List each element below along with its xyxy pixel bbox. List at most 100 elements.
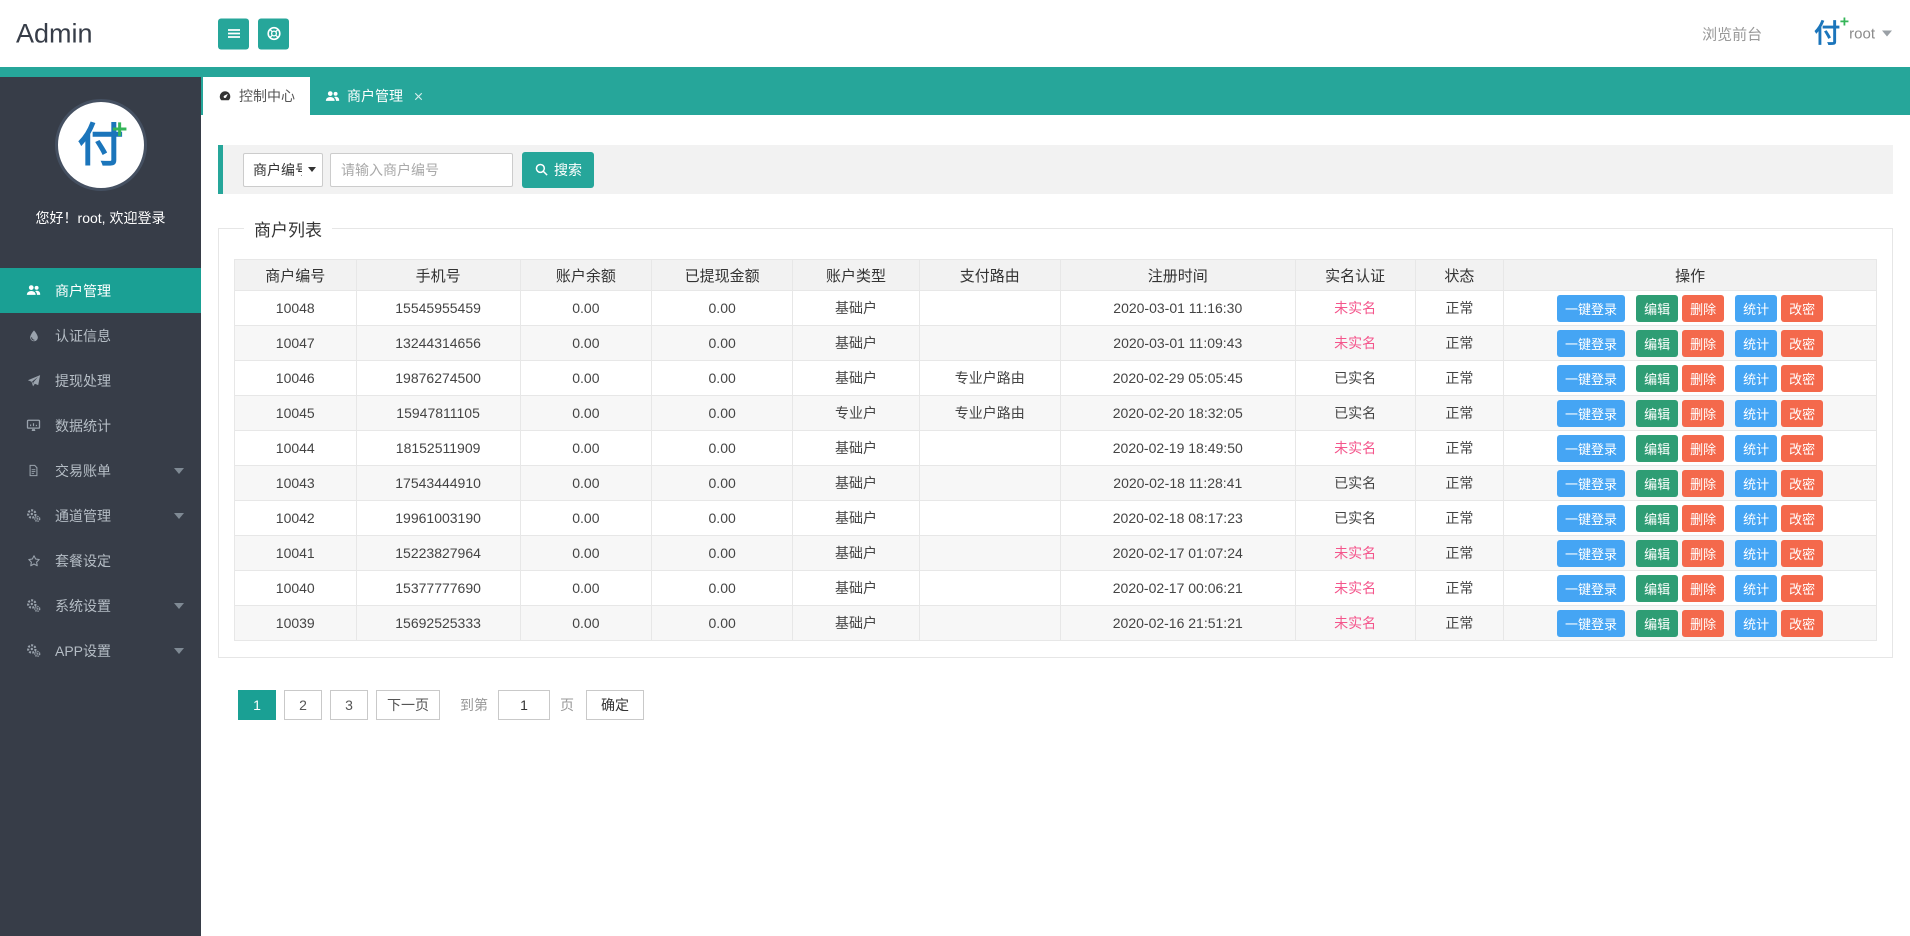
search-input[interactable] bbox=[330, 153, 513, 187]
quick-login-button[interactable]: 一键登录 bbox=[1557, 575, 1625, 602]
edit-button[interactable]: 编辑 bbox=[1636, 295, 1678, 322]
delete-button[interactable]: 删除 bbox=[1682, 505, 1724, 532]
quick-login-button[interactable]: 一键登录 bbox=[1557, 505, 1625, 532]
sidebar-item-channel-management[interactable]: 通道管理 bbox=[0, 493, 201, 538]
sidebar-item-withdraw-processing[interactable]: 提现处理 bbox=[0, 358, 201, 403]
delete-button[interactable]: 删除 bbox=[1682, 435, 1724, 462]
quick-login-button[interactable]: 一键登录 bbox=[1557, 400, 1625, 427]
cell-balance: 0.00 bbox=[520, 431, 651, 466]
change-password-button[interactable]: 改密 bbox=[1781, 575, 1823, 602]
stats-button[interactable]: 统计 bbox=[1735, 470, 1777, 497]
next-page-button[interactable]: 下一页 bbox=[376, 690, 440, 720]
stats-button[interactable]: 统计 bbox=[1735, 400, 1777, 427]
edit-button[interactable]: 编辑 bbox=[1636, 330, 1678, 357]
lifebuoy-icon bbox=[266, 26, 282, 42]
stats-button[interactable]: 统计 bbox=[1735, 505, 1777, 532]
edit-button[interactable]: 编辑 bbox=[1636, 470, 1678, 497]
sidebar-item-label: 系统设置 bbox=[55, 596, 111, 616]
sidebar-item-app-settings[interactable]: APP设置 bbox=[0, 628, 201, 673]
change-password-button[interactable]: 改密 bbox=[1781, 505, 1823, 532]
tab-label: 控制中心 bbox=[239, 86, 295, 106]
delete-button[interactable]: 删除 bbox=[1682, 295, 1724, 322]
change-password-button[interactable]: 改密 bbox=[1781, 610, 1823, 637]
sidebar-item-merchant-management[interactable]: 商户管理 bbox=[0, 268, 201, 313]
search-bar: 商户编号 搜索 bbox=[218, 145, 1893, 194]
quick-login-button[interactable]: 一键登录 bbox=[1557, 610, 1625, 637]
stats-button[interactable]: 统计 bbox=[1735, 365, 1777, 392]
stats-button[interactable]: 统计 bbox=[1735, 435, 1777, 462]
top-bar: Admin 浏览前台 付 + root bbox=[0, 0, 1910, 67]
tab-control-center[interactable]: 控制中心 bbox=[203, 77, 310, 115]
search-field-select[interactable]: 商户编号 bbox=[243, 153, 323, 187]
monitor-chart-icon bbox=[25, 418, 42, 433]
quick-login-button[interactable]: 一键登录 bbox=[1557, 435, 1625, 462]
table-row: 10047132443146560.000.00基础户2020-03-01 11… bbox=[235, 326, 1877, 361]
quick-login-button[interactable]: 一键登录 bbox=[1557, 470, 1625, 497]
tab-merchant-management[interactable]: 商户管理 bbox=[310, 77, 440, 115]
stats-button[interactable]: 统计 bbox=[1735, 295, 1777, 322]
cell-register-time: 2020-03-01 11:16:30 bbox=[1060, 291, 1295, 326]
delete-button[interactable]: 删除 bbox=[1682, 470, 1724, 497]
cell-withdrawn: 0.00 bbox=[652, 396, 793, 431]
view-front-link[interactable]: 浏览前台 bbox=[1702, 23, 1762, 44]
stats-button[interactable]: 统计 bbox=[1735, 575, 1777, 602]
delete-button[interactable]: 删除 bbox=[1682, 575, 1724, 602]
edit-button[interactable]: 编辑 bbox=[1636, 365, 1678, 392]
sidebar-item-auth-info[interactable]: 认证信息 bbox=[0, 313, 201, 358]
gears-icon bbox=[25, 598, 42, 613]
change-password-button[interactable]: 改密 bbox=[1781, 470, 1823, 497]
delete-button[interactable]: 删除 bbox=[1682, 540, 1724, 567]
change-password-button[interactable]: 改密 bbox=[1781, 365, 1823, 392]
cell-account-type: 专业户 bbox=[793, 396, 919, 431]
quick-login-button[interactable]: 一键登录 bbox=[1557, 365, 1625, 392]
cell-register-time: 2020-02-29 05:05:45 bbox=[1060, 361, 1295, 396]
edit-button[interactable]: 编辑 bbox=[1636, 610, 1678, 637]
quick-login-button[interactable]: 一键登录 bbox=[1557, 330, 1625, 357]
cell-status: 正常 bbox=[1415, 291, 1504, 326]
sidebar-item-transaction-bills[interactable]: 交易账单 bbox=[0, 448, 201, 493]
delete-button[interactable]: 删除 bbox=[1682, 365, 1724, 392]
change-password-button[interactable]: 改密 bbox=[1781, 400, 1823, 427]
change-password-button[interactable]: 改密 bbox=[1781, 295, 1823, 322]
stats-button[interactable]: 统计 bbox=[1735, 330, 1777, 357]
sidebar-item-data-statistics[interactable]: 数据统计 bbox=[0, 403, 201, 448]
cell-withdrawn: 0.00 bbox=[652, 291, 793, 326]
edit-button[interactable]: 编辑 bbox=[1636, 505, 1678, 532]
user-menu-caret-icon[interactable] bbox=[1882, 31, 1892, 37]
stats-button[interactable]: 统计 bbox=[1735, 610, 1777, 637]
sidebar-item-system-settings[interactable]: 系统设置 bbox=[0, 583, 201, 628]
goto-page-input[interactable] bbox=[498, 690, 550, 720]
cell-pay-route bbox=[919, 326, 1060, 361]
change-password-button[interactable]: 改密 bbox=[1781, 435, 1823, 462]
pagination: 123下一页到第页确定 bbox=[238, 690, 1893, 720]
edit-button[interactable]: 编辑 bbox=[1636, 435, 1678, 462]
change-password-button[interactable]: 改密 bbox=[1781, 330, 1823, 357]
sidebar: 付 + 您好！root, 欢迎登录 商户管理认证信息提现处理数据统计交易账单通道… bbox=[0, 77, 201, 936]
edit-button[interactable]: 编辑 bbox=[1636, 575, 1678, 602]
delete-button[interactable]: 删除 bbox=[1682, 610, 1724, 637]
change-password-button[interactable]: 改密 bbox=[1781, 540, 1823, 567]
search-button[interactable]: 搜索 bbox=[522, 152, 594, 188]
edit-button[interactable]: 编辑 bbox=[1636, 400, 1678, 427]
cell-withdrawn: 0.00 bbox=[652, 571, 793, 606]
cell-register-time: 2020-02-17 00:06:21 bbox=[1060, 571, 1295, 606]
cell-actions: 一键登录编辑删除统计改密 bbox=[1504, 291, 1877, 326]
tab-close-icon[interactable] bbox=[412, 90, 425, 103]
edit-button[interactable]: 编辑 bbox=[1636, 540, 1678, 567]
delete-button[interactable]: 删除 bbox=[1682, 400, 1724, 427]
cell-phone: 19961003190 bbox=[356, 501, 520, 536]
page-button-3[interactable]: 3 bbox=[330, 690, 368, 720]
column-header: 账户类型 bbox=[793, 260, 919, 291]
cell-pay-route bbox=[919, 606, 1060, 641]
stats-button[interactable]: 统计 bbox=[1735, 540, 1777, 567]
refresh-button[interactable] bbox=[258, 18, 289, 49]
confirm-button[interactable]: 确定 bbox=[586, 690, 644, 720]
page-button-2[interactable]: 2 bbox=[284, 690, 322, 720]
quick-login-button[interactable]: 一键登录 bbox=[1557, 295, 1625, 322]
page-button-1[interactable]: 1 bbox=[238, 690, 276, 720]
sidebar-item-package-settings[interactable]: 套餐设定 bbox=[0, 538, 201, 583]
cell-actions: 一键登录编辑删除统计改密 bbox=[1504, 361, 1877, 396]
delete-button[interactable]: 删除 bbox=[1682, 330, 1724, 357]
menu-toggle-button[interactable] bbox=[218, 18, 249, 49]
quick-login-button[interactable]: 一键登录 bbox=[1557, 540, 1625, 567]
